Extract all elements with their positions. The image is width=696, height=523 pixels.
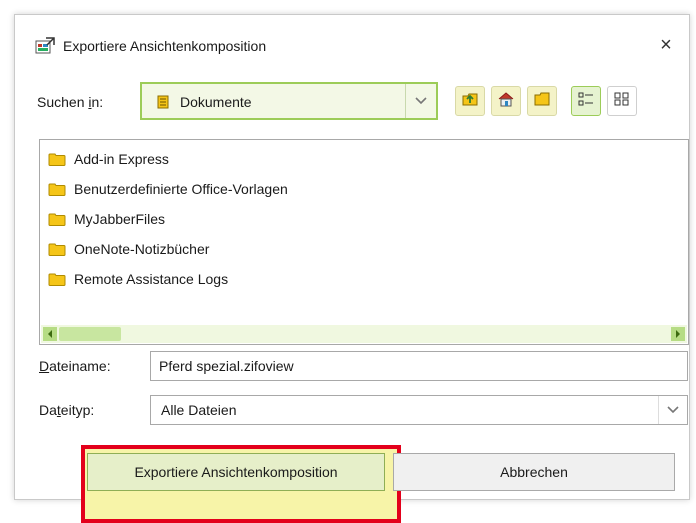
title-bar: Exportiere Ansichtenkomposition × xyxy=(15,15,689,65)
horizontal-scrollbar[interactable] xyxy=(41,325,687,343)
export-button[interactable]: Exportiere Ansichtenkomposition xyxy=(87,453,385,491)
list-item[interactable]: OneNote-Notizbücher xyxy=(48,238,209,260)
filename-field[interactable] xyxy=(150,351,688,381)
list-view-button[interactable] xyxy=(571,86,601,116)
home-button[interactable] xyxy=(491,86,521,116)
chevron-down-icon[interactable] xyxy=(658,396,687,424)
close-icon: × xyxy=(660,34,672,56)
export-dialog: Exportiere Ansichtenkomposition × Suchen… xyxy=(14,14,690,523)
filetype-value: Alle Dateien xyxy=(161,402,237,418)
lookin-dropdown[interactable]: Dokumente xyxy=(140,82,438,120)
folder-icon xyxy=(48,243,66,256)
dialog-title: Exportiere Ansichtenkomposition xyxy=(63,38,267,54)
list-item-label: Add-in Express xyxy=(74,151,169,167)
up-one-level-button[interactable] xyxy=(455,86,485,116)
lookin-value: Dokumente xyxy=(180,94,252,110)
cancel-button[interactable]: Abbrechen xyxy=(393,453,675,491)
filename-label: Dateiname: xyxy=(39,358,111,374)
filetype-label: Dateityp: xyxy=(39,402,95,418)
details-view-button[interactable] xyxy=(607,86,637,116)
list-item-label: MyJabberFiles xyxy=(74,211,166,227)
list-item-label: OneNote-Notizbücher xyxy=(74,241,210,257)
filetype-dropdown[interactable]: Alle Dateien xyxy=(150,395,688,425)
export-view-icon xyxy=(35,37,55,55)
folder-icon xyxy=(48,213,66,226)
folder-icon xyxy=(48,183,66,196)
scroll-right-icon[interactable] xyxy=(671,327,685,341)
home-icon xyxy=(497,90,515,113)
new-folder-button[interactable] xyxy=(527,86,557,116)
list-item[interactable]: Remote Assistance Logs xyxy=(48,268,228,290)
documents-icon xyxy=(156,95,170,109)
list-item[interactable]: Add-in Express xyxy=(48,148,169,170)
list-item-label: Benutzerdefinierte Office-Vorlagen xyxy=(74,181,288,197)
details-view-icon xyxy=(613,90,631,113)
folder-icon xyxy=(48,153,66,166)
close-button[interactable]: × xyxy=(653,33,679,59)
new-folder-icon xyxy=(533,90,551,113)
chevron-down-icon[interactable] xyxy=(405,84,436,118)
folder-icon xyxy=(48,273,66,286)
up-one-level-icon xyxy=(461,90,479,113)
list-item[interactable]: MyJabberFiles xyxy=(48,208,165,230)
list-item[interactable]: Benutzerdefinierte Office-Vorlagen xyxy=(48,178,288,200)
list-view-icon xyxy=(577,90,595,113)
list-item-label: Remote Assistance Logs xyxy=(74,271,229,287)
lookin-label: Suchen in: xyxy=(37,94,104,110)
scroll-thumb[interactable] xyxy=(59,327,121,341)
scroll-left-icon[interactable] xyxy=(43,327,57,341)
file-list[interactable]: Add-in Express Benutzerdefinierte Office… xyxy=(39,139,689,345)
